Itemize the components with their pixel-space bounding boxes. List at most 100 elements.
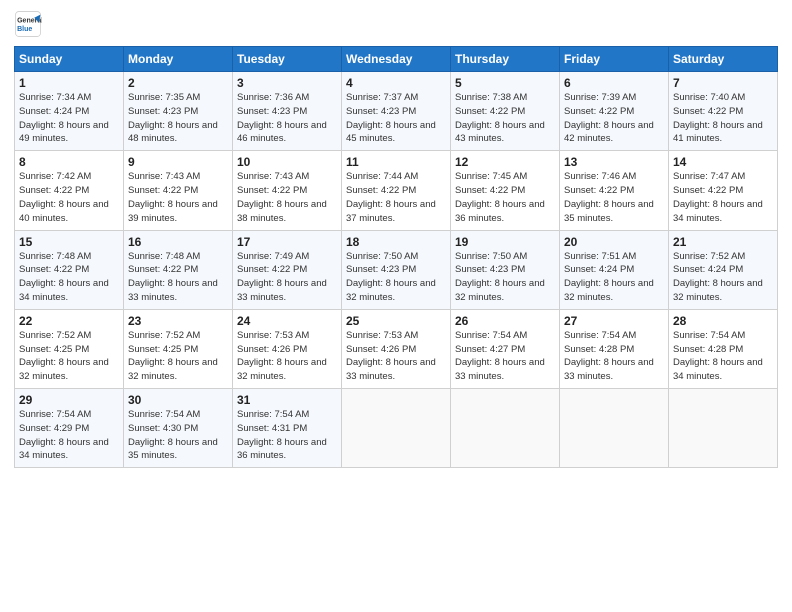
calendar-day: 27 Sunrise: 7:54 AMSunset: 4:28 PMDaylig… (560, 309, 669, 388)
day-detail: Sunrise: 7:52 AMSunset: 4:24 PMDaylight:… (673, 251, 763, 303)
calendar-body: 1 Sunrise: 7:34 AMSunset: 4:24 PMDayligh… (15, 72, 778, 468)
calendar-day: 2 Sunrise: 7:35 AMSunset: 4:23 PMDayligh… (124, 72, 233, 151)
day-detail: Sunrise: 7:38 AMSunset: 4:22 PMDaylight:… (455, 92, 545, 144)
day-number: 29 (19, 393, 119, 407)
day-detail: Sunrise: 7:39 AMSunset: 4:22 PMDaylight:… (564, 92, 654, 144)
logo: General Blue (14, 10, 42, 38)
empty-cell (669, 389, 778, 468)
day-detail: Sunrise: 7:54 AMSunset: 4:31 PMDaylight:… (237, 409, 327, 461)
calendar-day: 28 Sunrise: 7:54 AMSunset: 4:28 PMDaylig… (669, 309, 778, 388)
weekday-header: Sunday (15, 47, 124, 72)
day-number: 25 (346, 314, 446, 328)
calendar-day: 5 Sunrise: 7:38 AMSunset: 4:22 PMDayligh… (451, 72, 560, 151)
calendar-day: 9 Sunrise: 7:43 AMSunset: 4:22 PMDayligh… (124, 151, 233, 230)
day-number: 28 (673, 314, 773, 328)
calendar-day: 6 Sunrise: 7:39 AMSunset: 4:22 PMDayligh… (560, 72, 669, 151)
day-number: 19 (455, 235, 555, 249)
day-number: 12 (455, 155, 555, 169)
weekday-header: Thursday (451, 47, 560, 72)
day-number: 7 (673, 76, 773, 90)
day-number: 10 (237, 155, 337, 169)
day-number: 22 (19, 314, 119, 328)
day-detail: Sunrise: 7:54 AMSunset: 4:30 PMDaylight:… (128, 409, 218, 461)
empty-cell (560, 389, 669, 468)
calendar-day: 10 Sunrise: 7:43 AMSunset: 4:22 PMDaylig… (233, 151, 342, 230)
calendar-day: 19 Sunrise: 7:50 AMSunset: 4:23 PMDaylig… (451, 230, 560, 309)
calendar-day: 16 Sunrise: 7:48 AMSunset: 4:22 PMDaylig… (124, 230, 233, 309)
day-number: 5 (455, 76, 555, 90)
day-number: 15 (19, 235, 119, 249)
weekday-header: Wednesday (342, 47, 451, 72)
weekday-header: Friday (560, 47, 669, 72)
day-number: 23 (128, 314, 228, 328)
day-detail: Sunrise: 7:43 AMSunset: 4:22 PMDaylight:… (237, 171, 327, 223)
calendar-day: 3 Sunrise: 7:36 AMSunset: 4:23 PMDayligh… (233, 72, 342, 151)
weekday-header: Monday (124, 47, 233, 72)
day-detail: Sunrise: 7:52 AMSunset: 4:25 PMDaylight:… (128, 330, 218, 382)
day-number: 1 (19, 76, 119, 90)
weekday-header: Tuesday (233, 47, 342, 72)
calendar-table: SundayMondayTuesdayWednesdayThursdayFrid… (14, 46, 778, 468)
day-detail: Sunrise: 7:54 AMSunset: 4:28 PMDaylight:… (564, 330, 654, 382)
day-detail: Sunrise: 7:43 AMSunset: 4:22 PMDaylight:… (128, 171, 218, 223)
calendar-day: 12 Sunrise: 7:45 AMSunset: 4:22 PMDaylig… (451, 151, 560, 230)
day-number: 16 (128, 235, 228, 249)
day-detail: Sunrise: 7:45 AMSunset: 4:22 PMDaylight:… (455, 171, 545, 223)
calendar-day: 17 Sunrise: 7:49 AMSunset: 4:22 PMDaylig… (233, 230, 342, 309)
day-number: 24 (237, 314, 337, 328)
calendar-day: 20 Sunrise: 7:51 AMSunset: 4:24 PMDaylig… (560, 230, 669, 309)
day-detail: Sunrise: 7:47 AMSunset: 4:22 PMDaylight:… (673, 171, 763, 223)
day-detail: Sunrise: 7:42 AMSunset: 4:22 PMDaylight:… (19, 171, 109, 223)
day-number: 9 (128, 155, 228, 169)
calendar-day: 14 Sunrise: 7:47 AMSunset: 4:22 PMDaylig… (669, 151, 778, 230)
header: General Blue (14, 10, 778, 38)
day-detail: Sunrise: 7:53 AMSunset: 4:26 PMDaylight:… (237, 330, 327, 382)
calendar-day: 21 Sunrise: 7:52 AMSunset: 4:24 PMDaylig… (669, 230, 778, 309)
day-number: 21 (673, 235, 773, 249)
day-number: 30 (128, 393, 228, 407)
day-number: 3 (237, 76, 337, 90)
calendar-day: 8 Sunrise: 7:42 AMSunset: 4:22 PMDayligh… (15, 151, 124, 230)
page-container: General Blue SundayMondayTuesdayWednesda… (0, 0, 792, 612)
day-number: 13 (564, 155, 664, 169)
day-detail: Sunrise: 7:46 AMSunset: 4:22 PMDaylight:… (564, 171, 654, 223)
day-detail: Sunrise: 7:50 AMSunset: 4:23 PMDaylight:… (455, 251, 545, 303)
day-detail: Sunrise: 7:53 AMSunset: 4:26 PMDaylight:… (346, 330, 436, 382)
day-number: 26 (455, 314, 555, 328)
empty-cell (451, 389, 560, 468)
svg-text:Blue: Blue (17, 26, 32, 33)
calendar-day: 7 Sunrise: 7:40 AMSunset: 4:22 PMDayligh… (669, 72, 778, 151)
day-detail: Sunrise: 7:37 AMSunset: 4:23 PMDaylight:… (346, 92, 436, 144)
day-number: 17 (237, 235, 337, 249)
day-detail: Sunrise: 7:44 AMSunset: 4:22 PMDaylight:… (346, 171, 436, 223)
calendar-day: 4 Sunrise: 7:37 AMSunset: 4:23 PMDayligh… (342, 72, 451, 151)
day-number: 8 (19, 155, 119, 169)
day-number: 31 (237, 393, 337, 407)
calendar-day: 30 Sunrise: 7:54 AMSunset: 4:30 PMDaylig… (124, 389, 233, 468)
calendar-day: 26 Sunrise: 7:54 AMSunset: 4:27 PMDaylig… (451, 309, 560, 388)
day-detail: Sunrise: 7:48 AMSunset: 4:22 PMDaylight:… (19, 251, 109, 303)
day-detail: Sunrise: 7:48 AMSunset: 4:22 PMDaylight:… (128, 251, 218, 303)
day-number: 14 (673, 155, 773, 169)
calendar-day: 22 Sunrise: 7:52 AMSunset: 4:25 PMDaylig… (15, 309, 124, 388)
logo-icon: General Blue (14, 10, 42, 38)
calendar-day: 25 Sunrise: 7:53 AMSunset: 4:26 PMDaylig… (342, 309, 451, 388)
day-number: 11 (346, 155, 446, 169)
day-detail: Sunrise: 7:34 AMSunset: 4:24 PMDaylight:… (19, 92, 109, 144)
calendar-day: 1 Sunrise: 7:34 AMSunset: 4:24 PMDayligh… (15, 72, 124, 151)
weekday-header: Saturday (669, 47, 778, 72)
day-detail: Sunrise: 7:51 AMSunset: 4:24 PMDaylight:… (564, 251, 654, 303)
day-number: 4 (346, 76, 446, 90)
day-detail: Sunrise: 7:54 AMSunset: 4:27 PMDaylight:… (455, 330, 545, 382)
calendar-day: 13 Sunrise: 7:46 AMSunset: 4:22 PMDaylig… (560, 151, 669, 230)
day-detail: Sunrise: 7:35 AMSunset: 4:23 PMDaylight:… (128, 92, 218, 144)
day-number: 6 (564, 76, 664, 90)
calendar-day: 15 Sunrise: 7:48 AMSunset: 4:22 PMDaylig… (15, 230, 124, 309)
day-detail: Sunrise: 7:36 AMSunset: 4:23 PMDaylight:… (237, 92, 327, 144)
day-detail: Sunrise: 7:54 AMSunset: 4:29 PMDaylight:… (19, 409, 109, 461)
day-detail: Sunrise: 7:52 AMSunset: 4:25 PMDaylight:… (19, 330, 109, 382)
day-number: 18 (346, 235, 446, 249)
calendar-day: 18 Sunrise: 7:50 AMSunset: 4:23 PMDaylig… (342, 230, 451, 309)
day-detail: Sunrise: 7:49 AMSunset: 4:22 PMDaylight:… (237, 251, 327, 303)
day-number: 2 (128, 76, 228, 90)
